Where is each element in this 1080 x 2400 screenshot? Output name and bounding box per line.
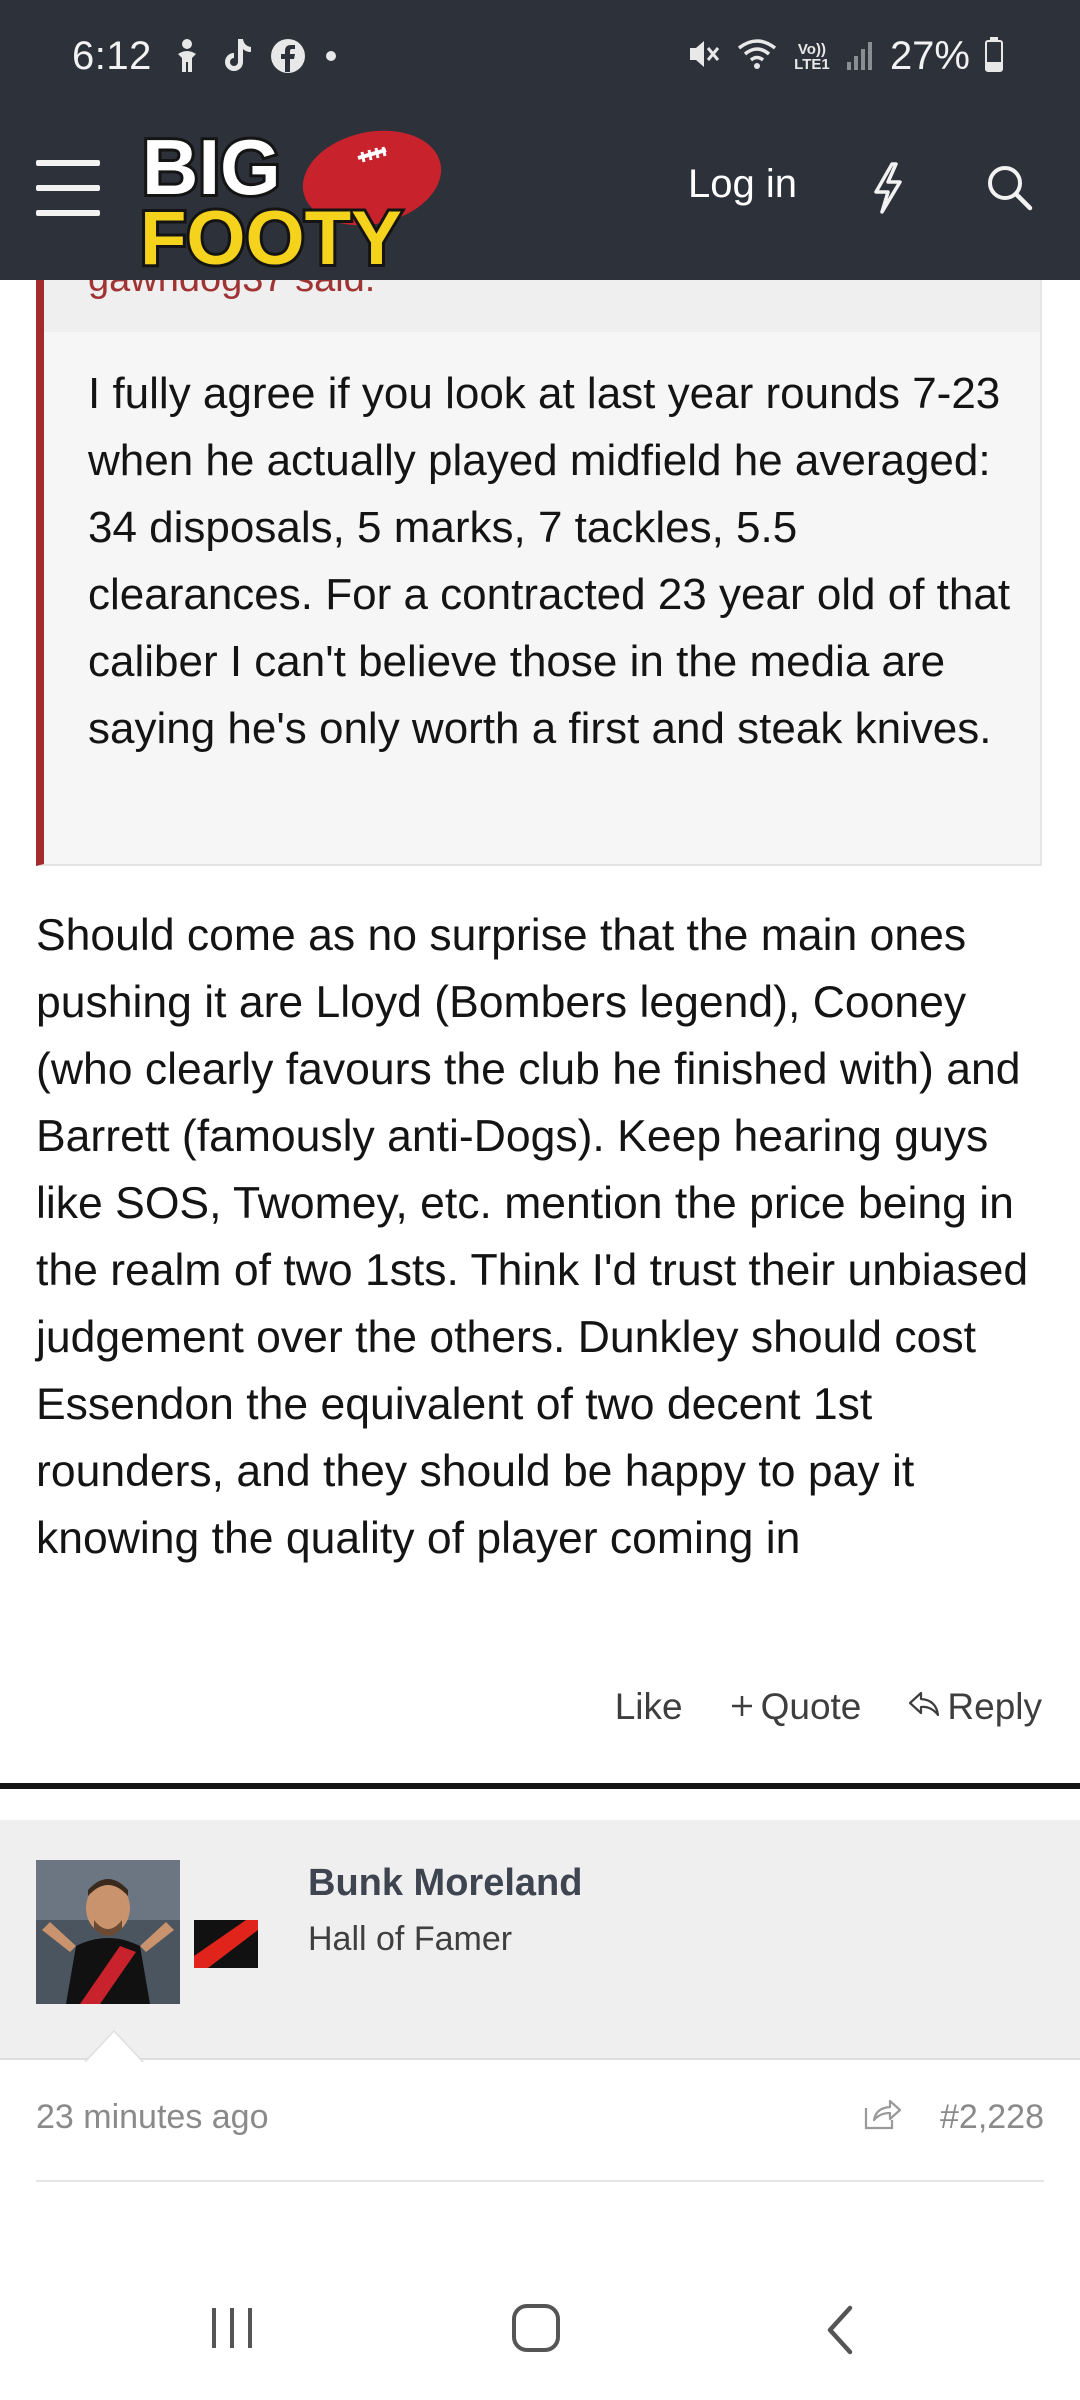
- home-icon[interactable]: [510, 2302, 562, 2359]
- quote-block: gawndog37 said: I fully agree if you loo…: [36, 280, 1042, 866]
- system-status-icons: Vo)) LTE1 27%: [686, 34, 1004, 79]
- back-icon[interactable]: [820, 2304, 860, 2361]
- reply-label: Reply: [947, 1686, 1042, 1727]
- post-body: Should come as no surprise that the main…: [36, 911, 1029, 1563]
- facebook-icon: [270, 38, 306, 79]
- like-button[interactable]: Like: [615, 1686, 683, 1728]
- like-label: Like: [614, 1686, 683, 1727]
- volte-icon: Vo)) LTE1: [794, 40, 830, 73]
- plus-icon: [729, 1686, 755, 1728]
- club-flag-icon: [194, 1920, 258, 1968]
- notification-icons: [170, 36, 338, 81]
- post-actions: Like Quote Reply: [615, 1686, 1042, 1728]
- battery-icon: [984, 36, 1004, 77]
- bigfooty-logo[interactable]: BIG FOOTY: [136, 120, 448, 284]
- share-icon[interactable]: [862, 2096, 902, 2137]
- login-link[interactable]: Log in: [688, 162, 797, 207]
- post-divider: [0, 1783, 1080, 1789]
- accessibility-icon: [170, 36, 204, 81]
- avatar[interactable]: [36, 1860, 180, 2004]
- post-timestamp[interactable]: 23 minutes ago: [36, 2098, 269, 2137]
- dot-icon: [324, 49, 338, 68]
- status-time: 6:12: [72, 34, 152, 78]
- quote-button[interactable]: Quote: [729, 1686, 862, 1728]
- reply-icon: [907, 1686, 941, 1728]
- status-bar: 6:12 Vo)) LTE1 27%: [0, 0, 1080, 112]
- username[interactable]: Bunk Moreland: [308, 1862, 582, 1905]
- quote-header[interactable]: gawndog37 said:: [44, 280, 1040, 332]
- reply-button[interactable]: Reply: [907, 1686, 1042, 1728]
- tiktok-icon: [222, 37, 252, 80]
- wifi-icon: [736, 36, 778, 77]
- quote-attribution[interactable]: gawndog37 said:: [88, 280, 375, 301]
- search-icon[interactable]: [984, 162, 1036, 219]
- whats-new-icon[interactable]: [868, 162, 908, 219]
- recent-apps-icon[interactable]: [208, 2306, 258, 2355]
- mute-icon: [686, 36, 722, 77]
- site-header: BIG FOOTY Log in: [0, 112, 1080, 284]
- menu-icon[interactable]: [36, 160, 100, 216]
- logo-text-footy: FOOTY: [140, 196, 402, 270]
- post-number[interactable]: #2,228: [940, 2098, 1044, 2137]
- signal-icon: [846, 38, 876, 75]
- user-title: Hall of Famer: [308, 1920, 513, 1958]
- battery-percent: 27%: [889, 34, 970, 78]
- user-info-bar: Bunk Moreland Hall of Famer: [0, 1820, 1080, 2060]
- meta-divider: [36, 2180, 1044, 2182]
- quote-label: Quote: [760, 1686, 862, 1727]
- android-nav-bar: [0, 2260, 1080, 2400]
- quote-text: I fully agree if you look at last year r…: [88, 369, 1011, 753]
- message-pointer: [86, 2032, 142, 2062]
